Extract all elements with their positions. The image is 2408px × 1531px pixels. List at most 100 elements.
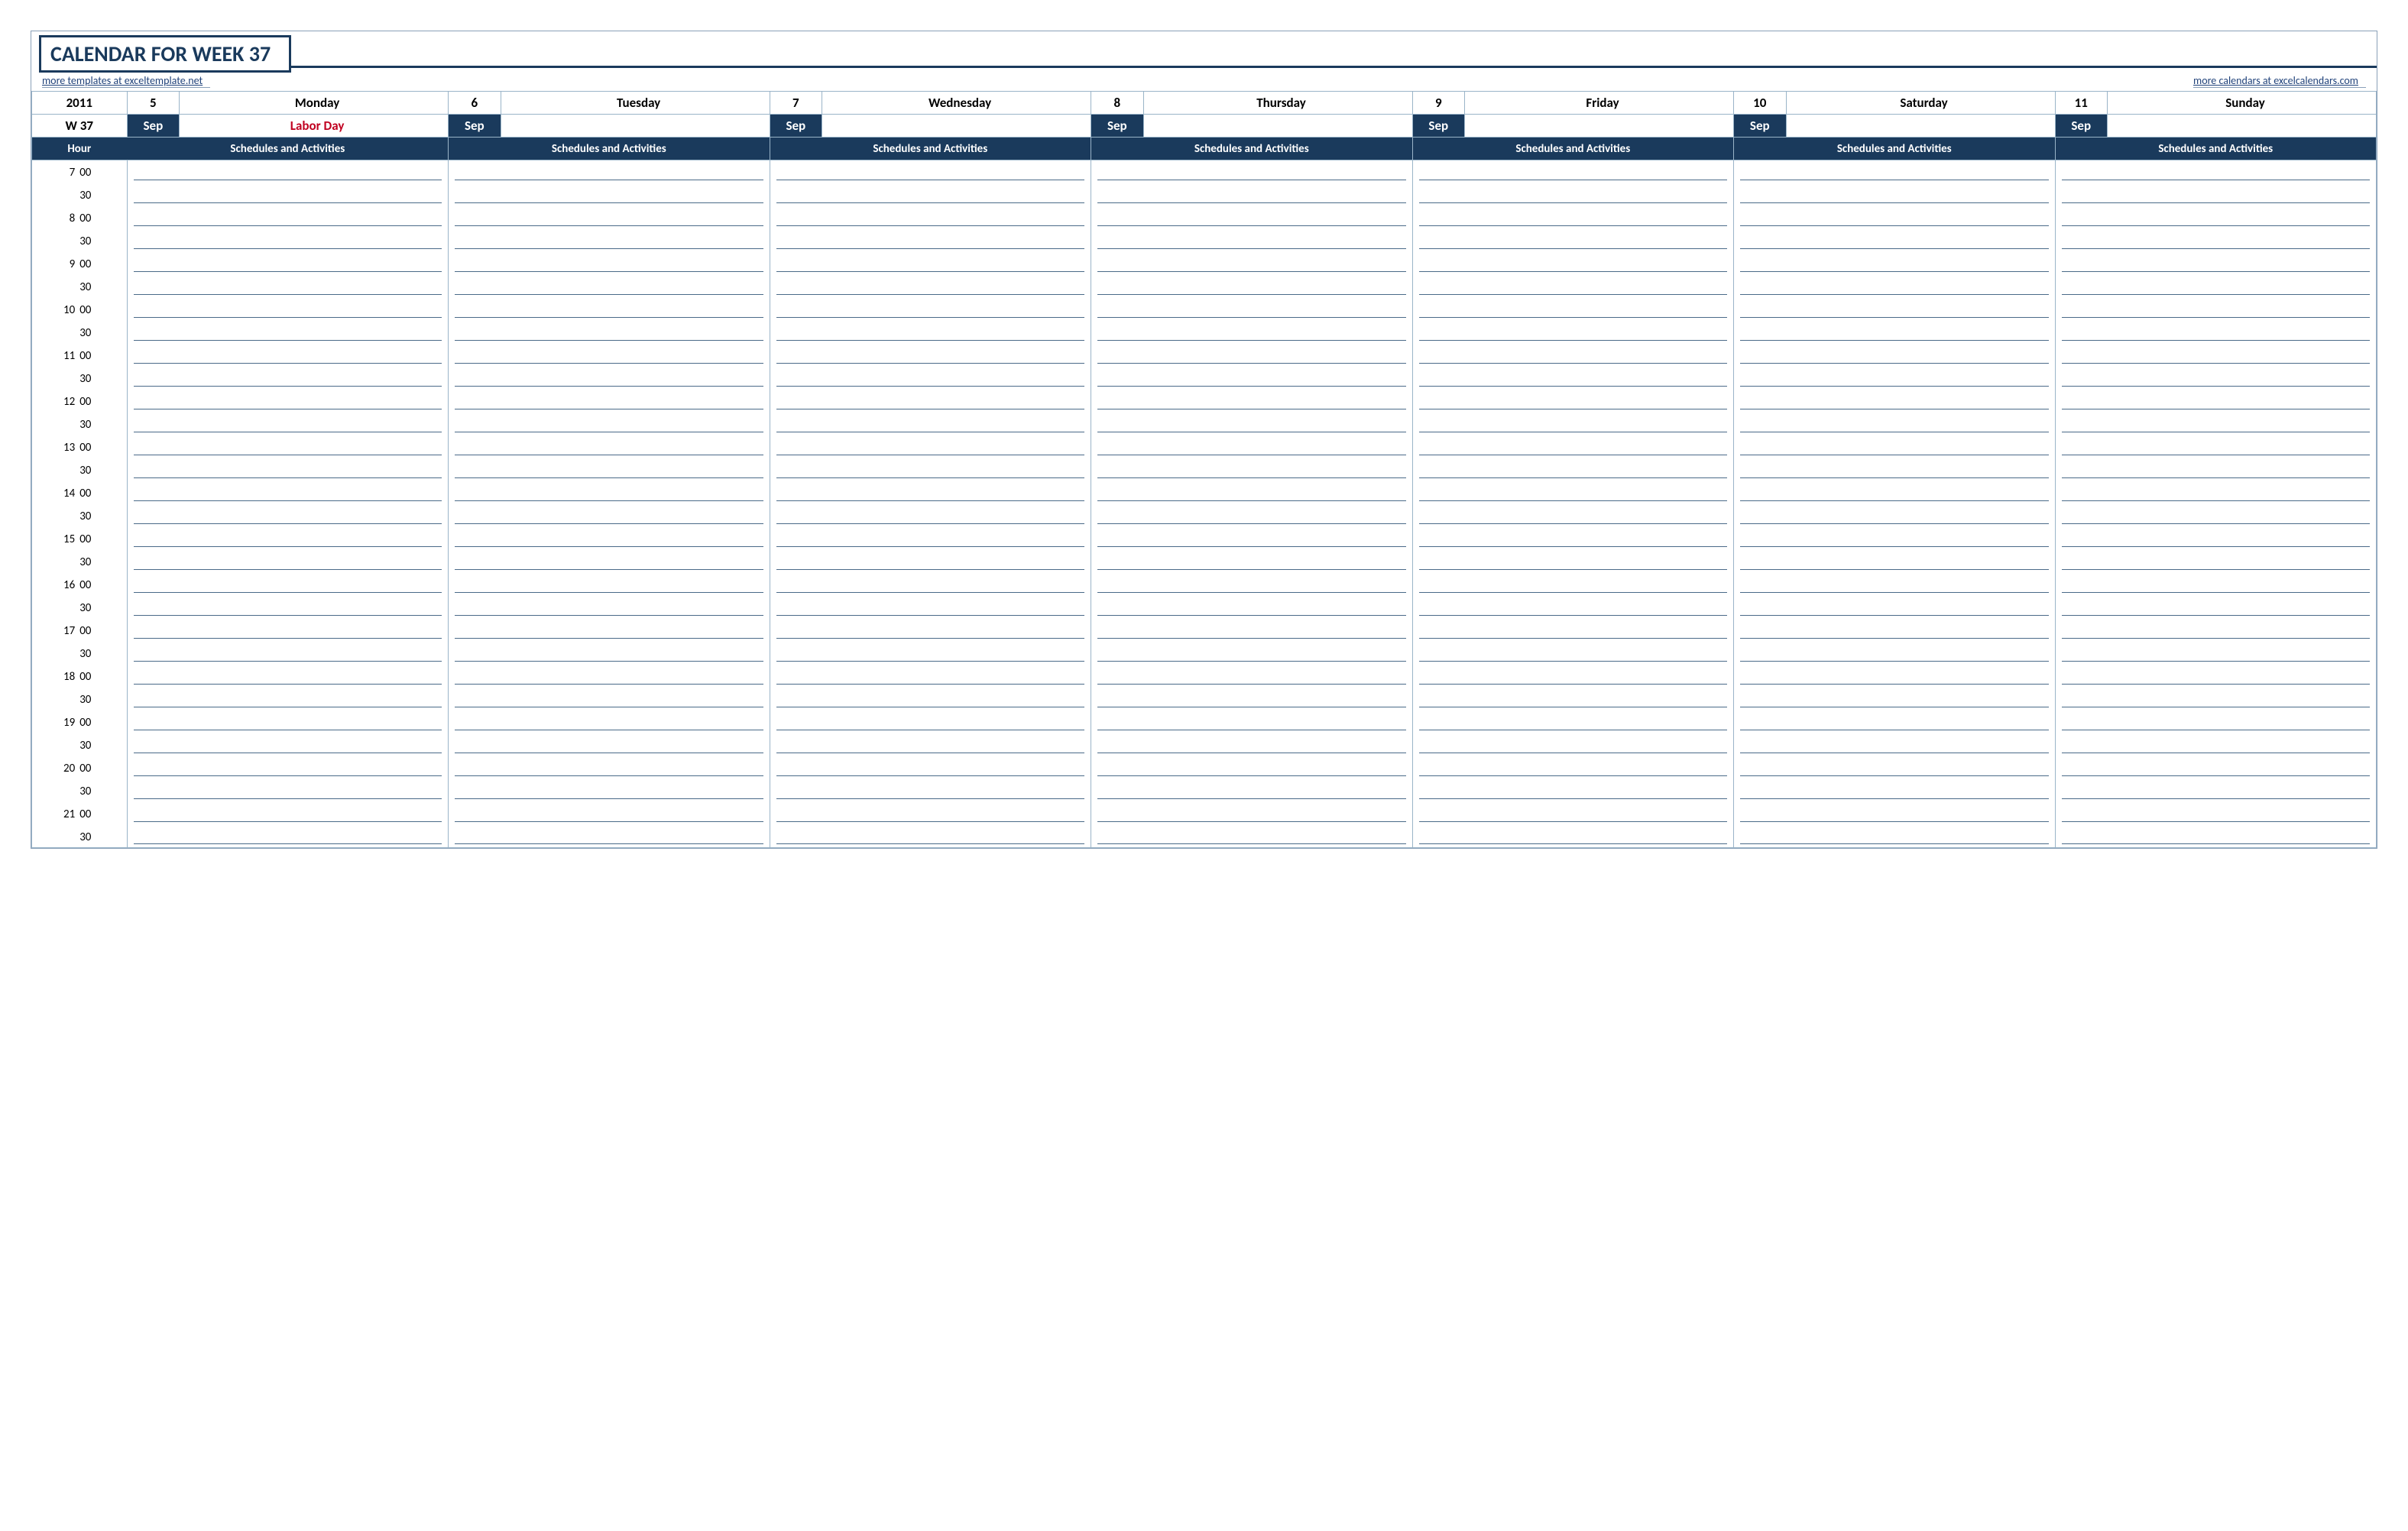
schedule-slot[interactable] [449, 733, 770, 756]
schedule-slot[interactable] [127, 573, 448, 596]
schedule-slot[interactable] [1091, 367, 1412, 390]
schedule-slot[interactable] [2055, 458, 2377, 481]
schedule-slot[interactable] [2055, 550, 2377, 573]
schedule-slot[interactable] [1412, 275, 1733, 298]
schedule-slot[interactable] [2055, 229, 2377, 252]
schedule-slot[interactable] [2055, 802, 2377, 825]
schedule-slot[interactable] [1091, 710, 1412, 733]
schedule-slot[interactable] [449, 527, 770, 550]
schedule-slot[interactable] [449, 252, 770, 275]
schedule-slot[interactable] [449, 756, 770, 779]
schedule-slot[interactable] [1734, 275, 2055, 298]
schedule-slot[interactable] [2055, 573, 2377, 596]
schedule-slot[interactable] [1091, 435, 1412, 458]
schedule-slot[interactable] [1091, 413, 1412, 435]
schedule-slot[interactable] [1412, 344, 1733, 367]
schedule-slot[interactable] [127, 825, 448, 848]
schedule-slot[interactable] [770, 733, 1091, 756]
schedule-slot[interactable] [1091, 504, 1412, 527]
schedule-slot[interactable] [1734, 298, 2055, 321]
schedule-slot[interactable] [770, 779, 1091, 802]
schedule-slot[interactable] [770, 619, 1091, 642]
schedule-slot[interactable] [1412, 504, 1733, 527]
schedule-slot[interactable] [1091, 688, 1412, 710]
schedule-slot[interactable] [449, 435, 770, 458]
schedule-slot[interactable] [127, 619, 448, 642]
schedule-slot[interactable] [1412, 481, 1733, 504]
schedule-slot[interactable] [449, 802, 770, 825]
schedule-slot[interactable] [770, 802, 1091, 825]
schedule-slot[interactable] [2055, 642, 2377, 665]
schedule-slot[interactable] [1734, 825, 2055, 848]
schedule-slot[interactable] [2055, 413, 2377, 435]
schedule-slot[interactable] [2055, 779, 2377, 802]
schedule-slot[interactable] [127, 481, 448, 504]
schedule-slot[interactable] [1412, 710, 1733, 733]
schedule-slot[interactable] [1412, 619, 1733, 642]
schedule-slot[interactable] [1734, 596, 2055, 619]
schedule-slot[interactable] [1091, 756, 1412, 779]
schedule-slot[interactable] [770, 573, 1091, 596]
schedule-slot[interactable] [449, 458, 770, 481]
schedule-slot[interactable] [770, 688, 1091, 710]
schedule-slot[interactable] [449, 710, 770, 733]
schedule-slot[interactable] [770, 665, 1091, 688]
schedule-slot[interactable] [1734, 183, 2055, 206]
schedule-slot[interactable] [1734, 504, 2055, 527]
schedule-slot[interactable] [1412, 183, 1733, 206]
schedule-slot[interactable] [2055, 252, 2377, 275]
schedule-slot[interactable] [770, 252, 1091, 275]
schedule-slot[interactable] [2055, 481, 2377, 504]
schedule-slot[interactable] [127, 367, 448, 390]
schedule-slot[interactable] [2055, 390, 2377, 413]
schedule-slot[interactable] [1091, 183, 1412, 206]
schedule-slot[interactable] [1734, 779, 2055, 802]
schedule-slot[interactable] [1412, 688, 1733, 710]
schedule-slot[interactable] [2055, 825, 2377, 848]
schedule-slot[interactable] [127, 504, 448, 527]
schedule-slot[interactable] [127, 413, 448, 435]
schedule-slot[interactable] [127, 160, 448, 183]
schedule-slot[interactable] [2055, 527, 2377, 550]
schedule-slot[interactable] [1091, 802, 1412, 825]
schedule-slot[interactable] [2055, 344, 2377, 367]
schedule-slot[interactable] [127, 756, 448, 779]
calendars-link[interactable]: more calendars at excelcalendars.com [2193, 74, 2366, 88]
schedule-slot[interactable] [1091, 825, 1412, 848]
schedule-slot[interactable] [449, 344, 770, 367]
schedule-slot[interactable] [449, 275, 770, 298]
schedule-slot[interactable] [127, 344, 448, 367]
schedule-slot[interactable] [449, 413, 770, 435]
schedule-slot[interactable] [2055, 688, 2377, 710]
schedule-slot[interactable] [2055, 367, 2377, 390]
schedule-slot[interactable] [2055, 275, 2377, 298]
schedule-slot[interactable] [1091, 252, 1412, 275]
schedule-slot[interactable] [1412, 390, 1733, 413]
schedule-slot[interactable] [770, 825, 1091, 848]
schedule-slot[interactable] [1091, 573, 1412, 596]
schedule-slot[interactable] [449, 550, 770, 573]
schedule-slot[interactable] [1412, 206, 1733, 229]
schedule-slot[interactable] [1412, 665, 1733, 688]
schedule-slot[interactable] [1734, 458, 2055, 481]
schedule-slot[interactable] [2055, 756, 2377, 779]
schedule-slot[interactable] [770, 481, 1091, 504]
schedule-slot[interactable] [1412, 527, 1733, 550]
schedule-slot[interactable] [770, 642, 1091, 665]
schedule-slot[interactable] [127, 435, 448, 458]
schedule-slot[interactable] [1412, 642, 1733, 665]
schedule-slot[interactable] [1734, 344, 2055, 367]
schedule-slot[interactable] [1091, 779, 1412, 802]
schedule-slot[interactable] [127, 642, 448, 665]
schedule-slot[interactable] [770, 435, 1091, 458]
schedule-slot[interactable] [1412, 573, 1733, 596]
schedule-slot[interactable] [1412, 733, 1733, 756]
schedule-slot[interactable] [2055, 504, 2377, 527]
schedule-slot[interactable] [449, 298, 770, 321]
schedule-slot[interactable] [770, 183, 1091, 206]
schedule-slot[interactable] [1734, 710, 2055, 733]
schedule-slot[interactable] [449, 825, 770, 848]
schedule-slot[interactable] [127, 779, 448, 802]
schedule-slot[interactable] [1091, 275, 1412, 298]
schedule-slot[interactable] [1091, 298, 1412, 321]
